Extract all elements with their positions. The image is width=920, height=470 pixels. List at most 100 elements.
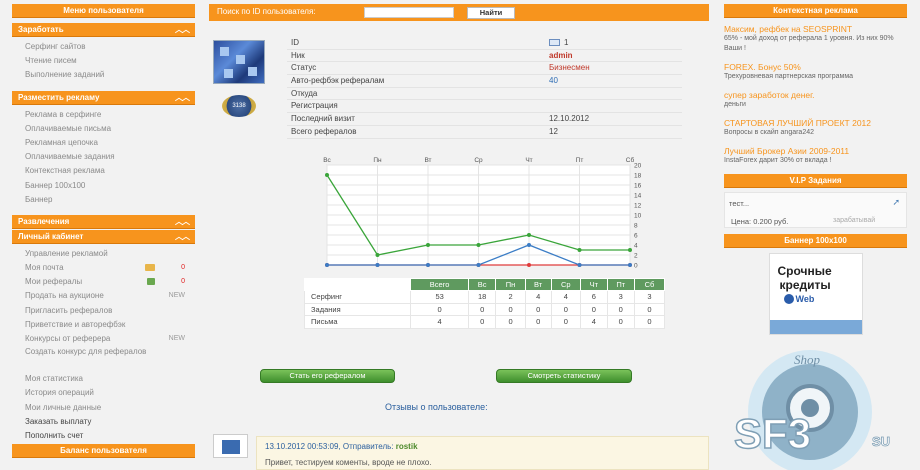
menu-item-context-ad[interactable]: Контекстная реклама (25, 164, 195, 178)
menu-item-label: Моя почта (25, 263, 64, 273)
menu-item-create-contest[interactable]: Создать конкурс для рефералов (25, 346, 195, 372)
menu-item-ad-manage[interactable]: Управление рекламой (25, 247, 195, 261)
profile-row-nick: Ник admin (287, 50, 682, 63)
become-referral-button[interactable]: Стать его рефералом (260, 369, 395, 383)
table-cell: 4 (410, 315, 470, 329)
section-cabinet-header[interactable]: Личный кабинет ︿︿ (12, 229, 195, 244)
chevron-up-icon: ︿︿ (175, 25, 190, 34)
vip-task[interactable]: тест... ➚ Цена: 0.200 руб. зарабатывай (724, 192, 907, 228)
menu-item-banner-100[interactable]: Баннер 100x100 (25, 179, 195, 193)
logo-shop-text: Shop (794, 352, 821, 367)
table-header: Сб (633, 278, 666, 291)
y-tick-label: 10 (634, 213, 642, 220)
ad-title[interactable]: супер заработок денег. (724, 90, 907, 100)
vip-header: V.I.P Задания (724, 174, 907, 188)
cabinet-menu: Управление рекламой Моя почта 0 Мои рефер… (12, 244, 195, 449)
menu-item-my-referrals[interactable]: Мои рефералы 0 (25, 275, 195, 289)
envelope-icon[interactable] (549, 39, 560, 47)
nick-value: admin (549, 50, 573, 60)
row-key: Последний визит (291, 114, 355, 124)
ad-text: деньги (724, 101, 746, 108)
left-sidebar: Меню пользователя Заработать ︿︿ Серфинг с… (12, 4, 195, 459)
menu-item-surfing[interactable]: Серфинг сайтов (25, 40, 195, 54)
table-header: Ср (550, 278, 582, 291)
menu-item-letters[interactable]: Чтение писем (25, 54, 195, 68)
x-tick-label: Вт (424, 157, 431, 164)
context-ad[interactable]: супер заработок денег. деньги (724, 90, 907, 110)
menu-item-tasks[interactable]: Выполнение заданий (25, 68, 195, 82)
menu-item-auction[interactable]: Продать на аукционе NEW (25, 289, 195, 303)
menu-item-referrer-contests[interactable]: Конкурсы от реферера NEW (25, 332, 195, 346)
profile-info-table: ID 1 Ник admin Статус Бизнесмен Авто-рефбэк… (287, 37, 682, 139)
context-ad[interactable]: Максим, рефбек на SEOSPRINT 65% - мой дох… (724, 24, 907, 54)
data-point-letters (476, 263, 481, 267)
find-button[interactable]: Найти (467, 7, 515, 19)
menu-item-ad-chain[interactable]: Рекламная цепочка (25, 136, 195, 150)
ad-title[interactable]: Максим, рефбек на SEOSPRINT (724, 24, 907, 34)
section-advertise-header[interactable]: Разместить рекламу ︿︿ (12, 90, 195, 105)
table-cell: 4 (524, 290, 552, 304)
table-cell: 0 (606, 315, 635, 329)
context-ad[interactable]: FOREX. Бонус 50% Трехуровневая партнерска… (724, 62, 907, 82)
ad-text: InstaForex дарит 30% от вклада ! (724, 157, 832, 164)
view-stats-button[interactable]: Смотреть статистику (496, 369, 632, 383)
menu-item-invite[interactable]: Пригласить рефералов (25, 304, 195, 318)
data-point-letters (375, 263, 380, 267)
menu-item-surf-ad[interactable]: Реклама в серфинге (25, 108, 195, 122)
reviewer-avatar (213, 434, 248, 458)
menu-item-paid-letters[interactable]: Оплачиваемые письма (25, 122, 195, 136)
status-value: Бизнесмен (549, 63, 590, 73)
table-cell: 6 (580, 290, 608, 304)
ad-title[interactable]: FOREX. Бонус 50% (724, 62, 907, 72)
chevron-up-icon: ︿︿ (175, 231, 190, 241)
row-key: Статус (291, 63, 317, 73)
row-value: 1 (549, 37, 568, 50)
advertise-menu: Реклама в серфинге Оплачиваемые письма Р… (12, 105, 195, 213)
menu-item-paid-tasks[interactable]: Оплачиваемые задания (25, 150, 195, 164)
banner-line: Web (795, 294, 815, 304)
vip-title[interactable]: тест... (729, 199, 749, 208)
menu-item-personal-data[interactable]: Мои личные данные (25, 401, 195, 415)
user-search-bar: Поиск по ID пользователя: Найти (209, 4, 709, 21)
table-cell: 0 (524, 315, 552, 329)
menu-item-my-mail[interactable]: Моя почта 0 (25, 261, 195, 275)
user-avatar (213, 40, 265, 84)
table-cell: 18 (468, 290, 497, 304)
ad-title[interactable]: СТАРТОВАЯ ЛУЧШИЙ ПРОЕКТ 2012 (724, 118, 907, 128)
menu-item-greeting[interactable]: Приветствие и авторефбэк (25, 318, 195, 332)
review-header: 13.10.2012 00:53:09, Отправитель: rostik (265, 442, 700, 451)
activity-line-chart: 0 2 4 6 8 10 12 14 16 18 20 Вс Пн Вт Ср Чт Пт Сб (323, 156, 642, 270)
x-tick-label: Пн (373, 157, 382, 164)
last-visit-value: 12.10.2012 (549, 114, 590, 124)
table-cell: 4 (550, 290, 582, 304)
data-point-surf (325, 173, 329, 177)
menu-item-history[interactable]: История операций (25, 386, 195, 400)
balance-header: Баланс пользователя (12, 444, 195, 459)
menu-item-top-up[interactable]: Пополнить счет (25, 429, 195, 443)
table-cell: 0 (495, 302, 526, 316)
table-row: Письма 4 0 0 0 0 4 0 0 (303, 315, 666, 329)
context-ad[interactable]: СТАРТОВАЯ ЛУЧШИЙ ПРОЕКТ 2012 Вопросы в ск… (724, 118, 907, 138)
section-fun-header[interactable]: Развлечения ︿︿ (12, 214, 195, 229)
menu-item-banner[interactable]: Баннер (25, 193, 195, 207)
data-point-tasks (527, 263, 531, 267)
user-id-search-input[interactable] (364, 7, 454, 18)
table-cell: 0 (633, 315, 666, 329)
menu-item-my-stats[interactable]: Моя статистика (25, 372, 195, 386)
review-meta: 13.10.2012 00:53:09, Отправитель: (265, 442, 394, 451)
section-earn-header[interactable]: Заработать ︿︿ (12, 23, 195, 37)
table-header: Вс (468, 278, 497, 291)
cursor-arrow-icon: ➚ (892, 197, 900, 207)
context-ad[interactable]: Лучший Брокер Азии 2009-2011 InstaForex д… (724, 146, 907, 166)
menu-item-withdraw[interactable]: Заказать выплату (25, 415, 195, 429)
ad-text: 65% - мой доход от реферала 1 уровня. Из… (724, 35, 894, 52)
data-point-surf (527, 233, 531, 237)
table-header-blank (303, 278, 412, 291)
table-cell: 3 (606, 290, 635, 304)
review-author-link[interactable]: rostik (396, 442, 418, 451)
table-cell: 0 (633, 302, 666, 316)
ad-title[interactable]: Лучший Брокер Азии 2009-2011 (724, 146, 907, 156)
ad-banner[interactable]: Срочные кредиты Web (768, 253, 863, 335)
user-id-value: 1 (564, 38, 569, 47)
x-tick-label: Вс (323, 157, 331, 164)
